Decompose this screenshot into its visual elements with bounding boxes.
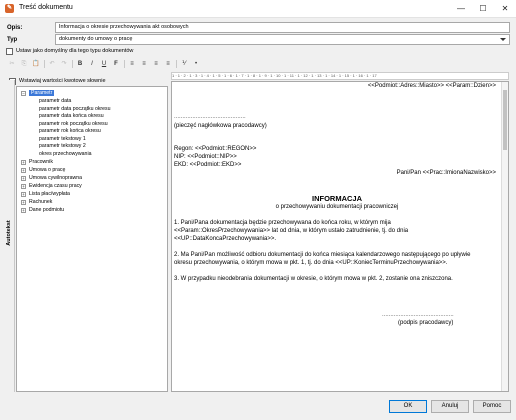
expand-icon[interactable]: + bbox=[21, 168, 26, 173]
tree-group-item[interactable]: Lista płac/wypłata bbox=[29, 191, 70, 198]
typ-select-value: dokumenty do umowy o pracę bbox=[59, 36, 133, 42]
help-button[interactable]: Pomoc bbox=[473, 400, 511, 413]
toolbar-separator bbox=[176, 60, 177, 68]
opis-input[interactable]: Informacja o okresie przechowywania akt … bbox=[55, 22, 510, 33]
expand-icon[interactable]: + bbox=[21, 176, 26, 181]
regon-line: Regon: <<Podmiot::REGON>> bbox=[174, 146, 257, 152]
autotext-tree: − Parametr parametr data parametr data p… bbox=[16, 86, 168, 392]
paragraph-line: <<UP::DataKoncaPrzechowywania>>. bbox=[174, 236, 277, 242]
dots-line: ........................................… bbox=[382, 312, 454, 318]
expand-icon[interactable]: + bbox=[21, 200, 26, 205]
tree-item[interactable]: parametr data bbox=[39, 98, 71, 105]
window-title: Treść dokumentu bbox=[19, 4, 73, 11]
toolbar-separator bbox=[124, 60, 125, 68]
tree-item[interactable]: parametr rok początku okresu bbox=[39, 121, 108, 128]
addressee-line: Pani/Pan <<Prac::ImionaNazwisko>> bbox=[396, 170, 496, 176]
tree-group-item[interactable]: Rachunek bbox=[29, 199, 52, 206]
unordered-list-icon[interactable]: • bbox=[191, 59, 201, 69]
chevron-down-icon bbox=[500, 38, 506, 41]
tree-item[interactable]: okres przechowywania bbox=[39, 151, 91, 158]
signature-line: (podpis pracodawcy) bbox=[398, 320, 454, 326]
title-bar: ✎ Treść dokumentu — ☐ ✕ bbox=[0, 0, 516, 18]
place-date-line: <<Podmiot::Adres::Miasto>> <<Param::Dzie… bbox=[367, 83, 496, 89]
tree-group-item[interactable]: Umowa o pracę bbox=[29, 167, 65, 174]
justify-icon[interactable]: ≡ bbox=[163, 59, 173, 69]
tree-item[interactable]: parametr tekstowy 2 bbox=[39, 143, 86, 150]
paragraph-line: <<Param::OkresPrzechowywania>> lat od dn… bbox=[174, 228, 409, 234]
autotext-tab-label: Autotekst bbox=[6, 220, 12, 246]
align-left-icon[interactable]: ≡ bbox=[127, 59, 137, 69]
expand-icon[interactable]: + bbox=[21, 160, 26, 165]
scrollbar-thumb[interactable] bbox=[503, 90, 507, 150]
tree-root-label: Parametr bbox=[29, 90, 55, 96]
nip-line: NIP: <<Podmiot::NIP>> bbox=[174, 154, 237, 160]
underline-button[interactable]: U bbox=[99, 59, 109, 69]
copy-icon[interactable]: ⎘ bbox=[19, 59, 29, 69]
default-type-checkbox[interactable] bbox=[6, 48, 13, 55]
align-center-icon[interactable]: ≡ bbox=[139, 59, 149, 69]
toolbar-separator bbox=[72, 60, 73, 68]
stamp-line: (pieczęć nagłówkowa pracodawcy) bbox=[174, 123, 267, 129]
typ-label: Typ bbox=[7, 37, 18, 43]
tree-group-item[interactable]: Dane podmiotu bbox=[29, 207, 64, 214]
tree-item[interactable]: parametr rok końca okresu bbox=[39, 128, 101, 135]
cut-icon[interactable]: ✂ bbox=[7, 59, 17, 69]
minimize-button[interactable]: — bbox=[450, 0, 472, 18]
collapse-icon[interactable]: − bbox=[21, 91, 26, 96]
ok-button[interactable]: OK bbox=[389, 400, 427, 413]
bold-button[interactable]: B bbox=[75, 59, 85, 69]
paragraph-line: 2. Ma Pani/Pan możliwość odbioru dokumen… bbox=[174, 252, 471, 258]
align-right-icon[interactable]: ≡ bbox=[151, 59, 161, 69]
tree-item[interactable]: parametr data początku okresu bbox=[39, 106, 111, 113]
ruler[interactable]: 1 · 1 · 2 · 1 · 3 · 1 · 4 · 1 · 5 · 1 · … bbox=[171, 72, 509, 80]
editor-toolbar: ✂ ⎘ 📋 ↶ ↷ B I U F ≡ ≡ ≡ ≡ ⅟ • bbox=[5, 58, 511, 71]
insert-words-label: Wstawiaj wartości kwotowe słownie bbox=[19, 78, 106, 84]
italic-button[interactable]: I bbox=[87, 59, 97, 69]
document-editor[interactable]: <<Podmiot::Adres::Miasto>> <<Param::Dzie… bbox=[171, 81, 509, 392]
close-button[interactable]: ✕ bbox=[494, 0, 516, 18]
expand-icon[interactable]: + bbox=[21, 192, 26, 197]
tree-group-item[interactable]: Umowa cywilnoprawna bbox=[29, 175, 82, 182]
paragraph-line: 1. Pani/Pana dokumentacja będzie przecho… bbox=[174, 220, 391, 226]
tree-root-item[interactable]: Parametr bbox=[29, 90, 55, 97]
toolbar-separator bbox=[44, 60, 45, 68]
ordered-list-icon[interactable]: ⅟ bbox=[179, 59, 189, 69]
app-icon: ✎ bbox=[5, 4, 14, 13]
tree-group-item[interactable]: Pracownik bbox=[29, 159, 53, 166]
typ-select[interactable]: dokumenty do umowy o pracę bbox=[55, 34, 510, 45]
dots-line: ........................................… bbox=[174, 114, 246, 120]
font-button[interactable]: F bbox=[111, 59, 121, 69]
default-type-label: Ustaw jako domyślny dla tego typu dokume… bbox=[16, 48, 134, 54]
opis-label: Opis: bbox=[7, 25, 23, 31]
redo-icon[interactable]: ↷ bbox=[59, 59, 69, 69]
paragraph-line: okresu przechowywania, o którym mowa w p… bbox=[174, 260, 448, 266]
document-heading: INFORMACJA bbox=[312, 194, 362, 203]
ekd-line: EKD: <<Podmiot::EKD>> bbox=[174, 162, 242, 168]
undo-icon[interactable]: ↶ bbox=[47, 59, 57, 69]
tree-item[interactable]: parametr data końca okresu bbox=[39, 113, 104, 120]
vertical-scrollbar[interactable] bbox=[501, 82, 508, 391]
tree-group-item[interactable]: Ewidencja czasu pracy bbox=[29, 183, 82, 190]
expand-icon[interactable]: + bbox=[21, 208, 26, 213]
tree-item[interactable]: parametr tekstowy 1 bbox=[39, 136, 86, 143]
cancel-button[interactable]: Anuluj bbox=[431, 400, 469, 413]
document-subheading: o przechowywaniu dokumentacji pracownicz… bbox=[275, 204, 399, 210]
autotext-tab[interactable]: Autotekst bbox=[5, 80, 15, 392]
paragraph-line: 3. W przypadku nieodebrania dokumentacji… bbox=[174, 276, 453, 282]
paste-icon[interactable]: 📋 bbox=[31, 59, 41, 69]
expand-icon[interactable]: + bbox=[21, 184, 26, 189]
maximize-button[interactable]: ☐ bbox=[472, 0, 494, 18]
